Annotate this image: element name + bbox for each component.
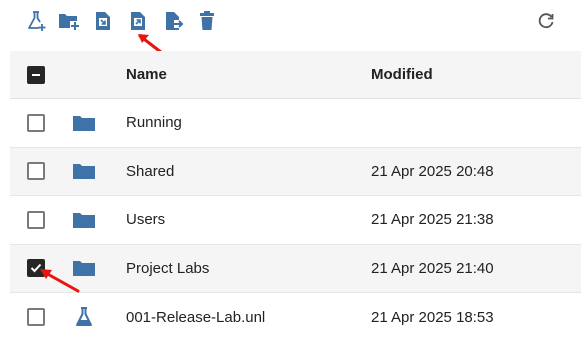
folder-icon	[73, 261, 95, 277]
toolbar	[0, 0, 581, 44]
table-row[interactable]: Running	[10, 99, 581, 148]
table-row[interactable]: Shared 21 Apr 2025 20:48	[10, 147, 581, 196]
name-column-header[interactable]: Name	[126, 51, 167, 98]
row-modified: 21 Apr 2025 21:38	[371, 211, 494, 229]
row-modified: 21 Apr 2025 21:40	[371, 259, 494, 277]
file-table: Name Modified Running Shared 21 Apr 2025…	[10, 51, 581, 342]
refresh-icon	[538, 13, 554, 29]
folder-icon	[73, 115, 95, 131]
export-file-icon	[131, 12, 145, 30]
delete-button[interactable]	[194, 8, 220, 34]
modified-column-header[interactable]: Modified	[371, 51, 433, 98]
add-folder-icon	[59, 14, 80, 31]
export-button[interactable]	[125, 8, 151, 34]
row-checkbox[interactable]	[27, 210, 45, 229]
row-name: Users	[126, 211, 166, 229]
row-checkbox[interactable]	[27, 162, 45, 181]
row-modified: 21 Apr 2025 20:48	[371, 162, 494, 180]
add-folder-button[interactable]	[56, 8, 82, 34]
row-checkbox[interactable]	[27, 259, 45, 278]
refresh-button[interactable]	[533, 8, 559, 34]
table-row[interactable]: 001-Release-Lab.unl 21 Apr 2025 18:53	[10, 293, 581, 342]
select-all-checkbox[interactable]	[27, 65, 45, 84]
add-lab-button[interactable]	[24, 8, 50, 34]
folder-icon	[73, 212, 95, 228]
import-file-icon	[96, 12, 110, 30]
row-checkbox[interactable]	[27, 308, 45, 327]
import-button[interactable]	[90, 8, 116, 34]
row-name: Running	[126, 114, 182, 132]
table-row[interactable]: Project Labs 21 Apr 2025 21:40	[10, 244, 581, 293]
delete-icon	[200, 11, 214, 30]
move-file-icon	[166, 12, 184, 30]
row-checkbox[interactable]	[27, 113, 45, 132]
row-name: Shared	[126, 162, 175, 180]
row-name: Project Labs	[126, 259, 210, 277]
folder-icon	[73, 164, 95, 180]
table-header: Name Modified	[10, 51, 581, 99]
lab-file-icon	[76, 307, 92, 327]
row-name: 001-Release-Lab.unl	[126, 308, 266, 326]
move-button[interactable]	[161, 8, 187, 34]
row-modified: 21 Apr 2025 18:53	[371, 308, 494, 326]
table-row[interactable]: Users 21 Apr 2025 21:38	[10, 196, 581, 245]
add-lab-icon	[28, 11, 46, 31]
